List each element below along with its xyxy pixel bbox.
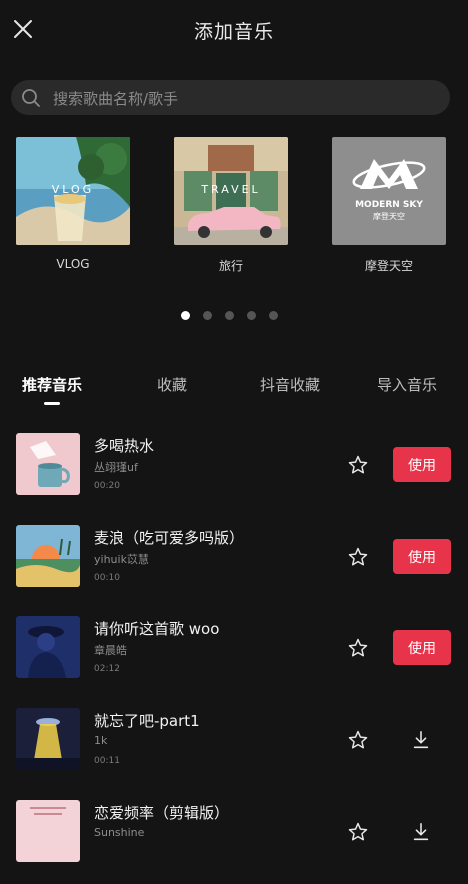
header: 添加音乐 [0,0,468,60]
category-thumb-travel: TRAVEL [174,137,288,245]
song-duration: 00:20 [94,481,120,491]
pager-dot[interactable] [247,311,256,320]
travel-overlay-text: TRAVEL [200,183,260,196]
song-artist: 章晨皓 [94,644,127,657]
modern-sky-overlay-sub: 摩登天空 [373,211,405,221]
search-input[interactable] [51,80,445,117]
star-icon[interactable] [347,637,369,659]
search-bar[interactable] [11,80,450,117]
search-icon [22,89,40,107]
song-duration: 00:11 [94,756,120,766]
download-icon[interactable] [410,821,432,843]
category-thumb-modern-sky: MODERN SKY 摩登天空 [332,137,446,245]
song-artist: 丛翊瑾uf [94,461,138,474]
tab-import-music[interactable]: 导入音乐 [377,374,437,395]
song-row[interactable]: 请你听这首歌 woo 章晨皓 02:12 使用 [0,616,468,700]
song-row[interactable]: 恋爱频率（剪辑版） Sunshine [0,800,468,884]
use-button[interactable]: 使用 [393,630,451,665]
category-card-travel[interactable]: TRAVEL 旅行 [174,137,288,274]
song-title: 麦浪（吃可爱多吗版） [94,529,245,547]
category-card-modern-sky[interactable]: MODERN SKY 摩登天空 摩登天空 [332,137,446,274]
category-label-travel: 旅行 [218,259,243,273]
category-thumb-vlog: VLOG [16,137,130,245]
song-title: 请你听这首歌 woo [94,620,220,638]
star-icon[interactable] [347,821,369,843]
music-tabs: 推荐音乐 收藏 抖音收藏 导入音乐 [0,374,468,414]
vlog-overlay-text: VLOG [52,183,94,196]
song-title: 就忘了吧-part1 [94,712,200,730]
song-row[interactable]: 就忘了吧-part1 1k 00:11 [0,708,468,792]
tab-favorites[interactable]: 收藏 [157,374,187,395]
pager-dot[interactable] [225,311,234,320]
song-duration: 00:10 [94,573,120,583]
tab-douyin-favorites[interactable]: 抖音收藏 [260,374,320,395]
song-cover[interactable] [16,708,80,770]
song-row[interactable]: 多喝热水 丛翊瑾uf 00:20 使用 [0,433,468,517]
song-cover[interactable] [16,433,80,495]
category-label-modern-sky: 摩登天空 [364,259,413,273]
song-row[interactable]: 麦浪（吃可爱多吗版） yihuik苡慧 00:10 使用 [0,525,468,609]
star-icon[interactable] [347,546,369,568]
modern-sky-overlay-text: MODERN SKY [355,200,423,210]
song-artist: yihuik苡慧 [94,553,149,566]
page-title: 添加音乐 [193,21,274,43]
song-title: 多喝热水 [94,437,155,455]
star-icon[interactable] [347,454,369,476]
use-button[interactable]: 使用 [393,447,451,482]
song-cover[interactable] [16,800,80,862]
song-title: 恋爱频率（剪辑版） [94,804,230,822]
download-icon[interactable] [410,729,432,751]
pager-dot[interactable] [269,311,278,320]
category-label-vlog: VLOG [56,257,90,271]
song-artist: Sunshine [94,826,145,839]
pager-dot[interactable] [203,311,212,320]
song-artist: 1k [94,734,108,747]
tab-recommended[interactable]: 推荐音乐 [22,374,82,395]
song-cover[interactable] [16,616,80,678]
song-duration: 02:12 [94,664,120,674]
tab-active-indicator [44,402,60,405]
pager-dot[interactable] [181,311,190,320]
star-icon[interactable] [347,729,369,751]
category-card-vlog[interactable]: VLOG VLOG [16,137,130,271]
song-cover[interactable] [16,525,80,587]
use-button[interactable]: 使用 [393,539,451,574]
